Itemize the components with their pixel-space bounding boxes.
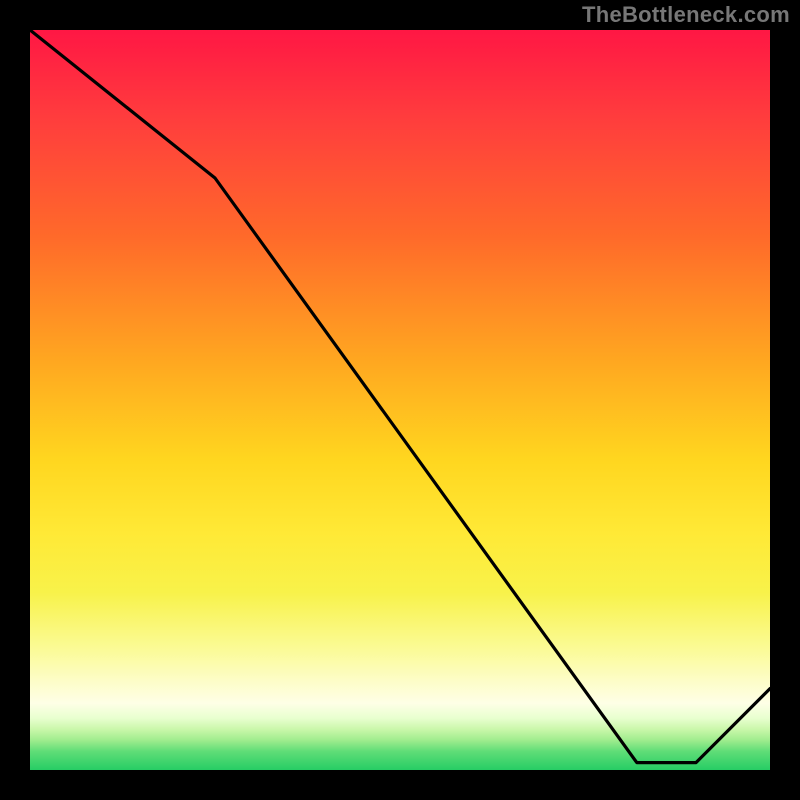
watermark-text: TheBottleneck.com <box>582 2 790 28</box>
series-line <box>30 30 770 763</box>
chart-frame: TheBottleneck.com <box>0 0 800 800</box>
plot-area <box>30 30 770 770</box>
line-overlay <box>30 30 770 770</box>
